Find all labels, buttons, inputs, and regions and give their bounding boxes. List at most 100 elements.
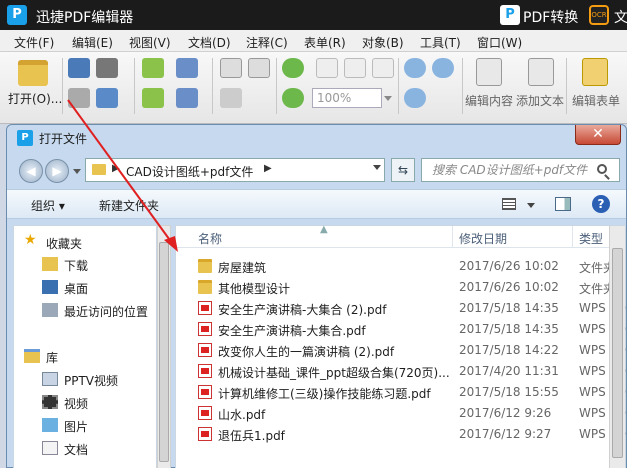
address-bar[interactable]: ▶ CAD设计图纸+pdf文件 ▶ — [85, 158, 385, 182]
menu-view[interactable]: 视图(V) — [129, 34, 171, 51]
edit-content-button[interactable]: 编辑内容 — [465, 92, 513, 109]
open-file-dialog: P 打开文件 ✕ ◀ ▶ ▶ CAD设计图纸+pdf文件 ▶ ⇆ 搜索 CAD设… — [6, 124, 627, 468]
open-folder-icon[interactable] — [18, 60, 48, 86]
snapshot-icon[interactable] — [220, 88, 242, 108]
nav-scrollbar[interactable] — [157, 225, 171, 468]
table-row[interactable]: 退伍兵1.pdf2017/6/12 9:27WPS PDF — [176, 424, 627, 445]
folder-icon — [198, 259, 212, 273]
column-header: ▲ 名称 修改日期 类型 — [176, 224, 609, 248]
menu-form[interactable]: 表单(R) — [304, 34, 346, 51]
fit-page-icon[interactable] — [344, 58, 366, 78]
title-bar: P 迅捷PDF编辑器 P PDF转换 OCR 文 — [0, 0, 627, 30]
nav-label: 桌面 — [64, 282, 89, 296]
menu-tools[interactable]: 工具(T) — [420, 34, 461, 51]
scrollbar-thumb[interactable] — [159, 242, 169, 462]
menu-window[interactable]: 窗口(W) — [477, 34, 522, 51]
redo-icon[interactable] — [176, 88, 198, 108]
view-options-icon[interactable] — [502, 198, 516, 210]
desktop-icon — [42, 280, 58, 294]
file-name: 房屋建筑 — [218, 261, 267, 275]
actual-size-icon[interactable] — [316, 58, 338, 78]
export-icon[interactable] — [142, 88, 164, 108]
column-date[interactable]: 修改日期 — [459, 230, 507, 247]
table-row[interactable]: 计算机维修工(三级)操作技能练习题.pdf 2017/5/18 15:55 WPS … — [176, 382, 627, 403]
import-icon[interactable] — [142, 58, 164, 78]
preview-pane-icon[interactable] — [555, 197, 571, 211]
file-date: 2017/5/18 14:22 — [459, 343, 559, 357]
toolbar-separator — [398, 58, 399, 114]
close-button[interactable]: ✕ — [575, 125, 621, 145]
pdf-file-icon — [198, 364, 212, 378]
print-icon[interactable] — [68, 88, 90, 108]
search-icon[interactable] — [597, 164, 607, 174]
table-row[interactable]: 其他模型设计 2017/6/26 10:02 文件夹 — [176, 277, 615, 298]
menu-comment[interactable]: 注释(C) — [246, 34, 288, 51]
scrollbar-thumb[interactable] — [612, 248, 623, 458]
pdf-convert-button[interactable]: PDF转换 — [523, 7, 578, 27]
table-row[interactable]: 安全生产演讲稿-大集合.pdf2017/5/18 14:35WPS PDF — [176, 319, 627, 340]
file-date: 2017/6/12 9:26 — [459, 406, 552, 420]
rotate-left-icon[interactable] — [282, 58, 304, 78]
scan-icon[interactable] — [96, 58, 118, 78]
star-icon: ★ — [24, 232, 37, 248]
file-date: 2017/5/18 14:35 — [459, 301, 559, 315]
hand-tool-icon[interactable] — [220, 58, 242, 78]
save-icon[interactable] — [68, 58, 90, 78]
dialog-logo-icon: P — [17, 130, 33, 146]
open-button[interactable]: 打开(O)... — [8, 90, 62, 107]
forward-button[interactable]: ▶ — [45, 159, 69, 183]
menu-document[interactable]: 文档(D) — [188, 34, 231, 51]
menu-edit[interactable]: 编辑(E) — [72, 34, 113, 51]
zoom-select[interactable]: 100% — [312, 88, 382, 108]
back-button[interactable]: ◀ — [19, 159, 43, 183]
column-divider[interactable] — [452, 226, 453, 248]
edit-form-icon[interactable] — [582, 58, 608, 86]
table-row[interactable]: 安全生产演讲稿-大集合 (2).pdf2017/5/18 14:35WPS PD… — [176, 298, 627, 319]
toolbar-separator — [62, 58, 63, 114]
zoom-out-icon[interactable] — [432, 58, 454, 78]
help-button[interactable]: ? — [592, 195, 610, 213]
organize-button[interactable]: 组织 ▾ — [31, 197, 65, 214]
nav-label: 图片 — [64, 420, 89, 434]
menu-file[interactable]: 文件(F) — [14, 34, 54, 51]
breadcrumb-separator-icon[interactable]: ▶ — [112, 163, 120, 174]
ocr-button-label[interactable]: 文 — [614, 7, 627, 27]
table-row[interactable]: 山水.pdf2017/6/12 9:26WPS PDF — [176, 403, 627, 424]
file-name: 安全生产演讲稿-大集合 (2).pdf — [218, 303, 387, 317]
file-list-scrollbar[interactable] — [609, 226, 625, 468]
file-list: ▲ 名称 修改日期 类型 房屋建筑 2017/6/26 10:02 文件夹 其他模型设… — [175, 224, 627, 468]
select-tool-icon[interactable] — [248, 58, 270, 78]
edit-form-button[interactable]: 编辑表单 — [572, 92, 620, 109]
refresh-button[interactable]: ⇆ — [391, 158, 415, 182]
table-row[interactable]: 机械设计基础_课件_ppt超级合集(720页)... 2017/4/20 11:3… — [176, 361, 627, 382]
breadcrumb-separator-icon[interactable]: ▶ — [264, 163, 272, 174]
fit-width-icon[interactable] — [372, 58, 394, 78]
edit-content-icon[interactable] — [476, 58, 502, 86]
table-row[interactable]: 房屋建筑 2017/6/26 10:02 文件夹 — [176, 256, 615, 277]
column-type[interactable]: 类型 — [579, 230, 603, 247]
chevron-down-icon[interactable] — [527, 203, 535, 208]
history-dropdown-icon[interactable] — [73, 169, 81, 174]
email-icon[interactable] — [96, 88, 118, 108]
add-text-icon[interactable] — [528, 58, 554, 86]
undo-icon[interactable] — [176, 58, 198, 78]
rotate-right-icon[interactable] — [282, 88, 304, 108]
new-folder-button[interactable]: 新建文件夹 — [99, 197, 159, 214]
toolbar-separator — [276, 58, 277, 114]
file-name: 退伍兵1.pdf — [218, 429, 285, 443]
file-date: 2017/5/18 14:35 — [459, 322, 559, 336]
chevron-down-icon[interactable] — [384, 96, 392, 101]
column-name[interactable]: 名称 — [198, 230, 222, 247]
breadcrumb-current[interactable]: CAD设计图纸+pdf文件 — [126, 163, 253, 180]
column-divider[interactable] — [572, 226, 573, 248]
zoom-plus-icon[interactable] — [404, 88, 426, 108]
table-row[interactable]: 改变你人生的一篇演讲稿 (2).pdf2017/5/18 14:22WPS PD… — [176, 340, 627, 361]
pdf-convert-logo-icon[interactable]: P — [500, 5, 520, 25]
add-text-button[interactable]: 添加文本 — [516, 92, 564, 109]
menu-object[interactable]: 对象(B) — [362, 34, 404, 51]
search-input[interactable]: 搜索 CAD设计图纸+pdf文件 — [421, 158, 620, 182]
zoom-in-icon[interactable] — [404, 58, 426, 78]
folder-icon — [92, 164, 106, 175]
address-dropdown-icon[interactable] — [373, 165, 381, 170]
ocr-icon[interactable]: OCR — [589, 5, 609, 25]
